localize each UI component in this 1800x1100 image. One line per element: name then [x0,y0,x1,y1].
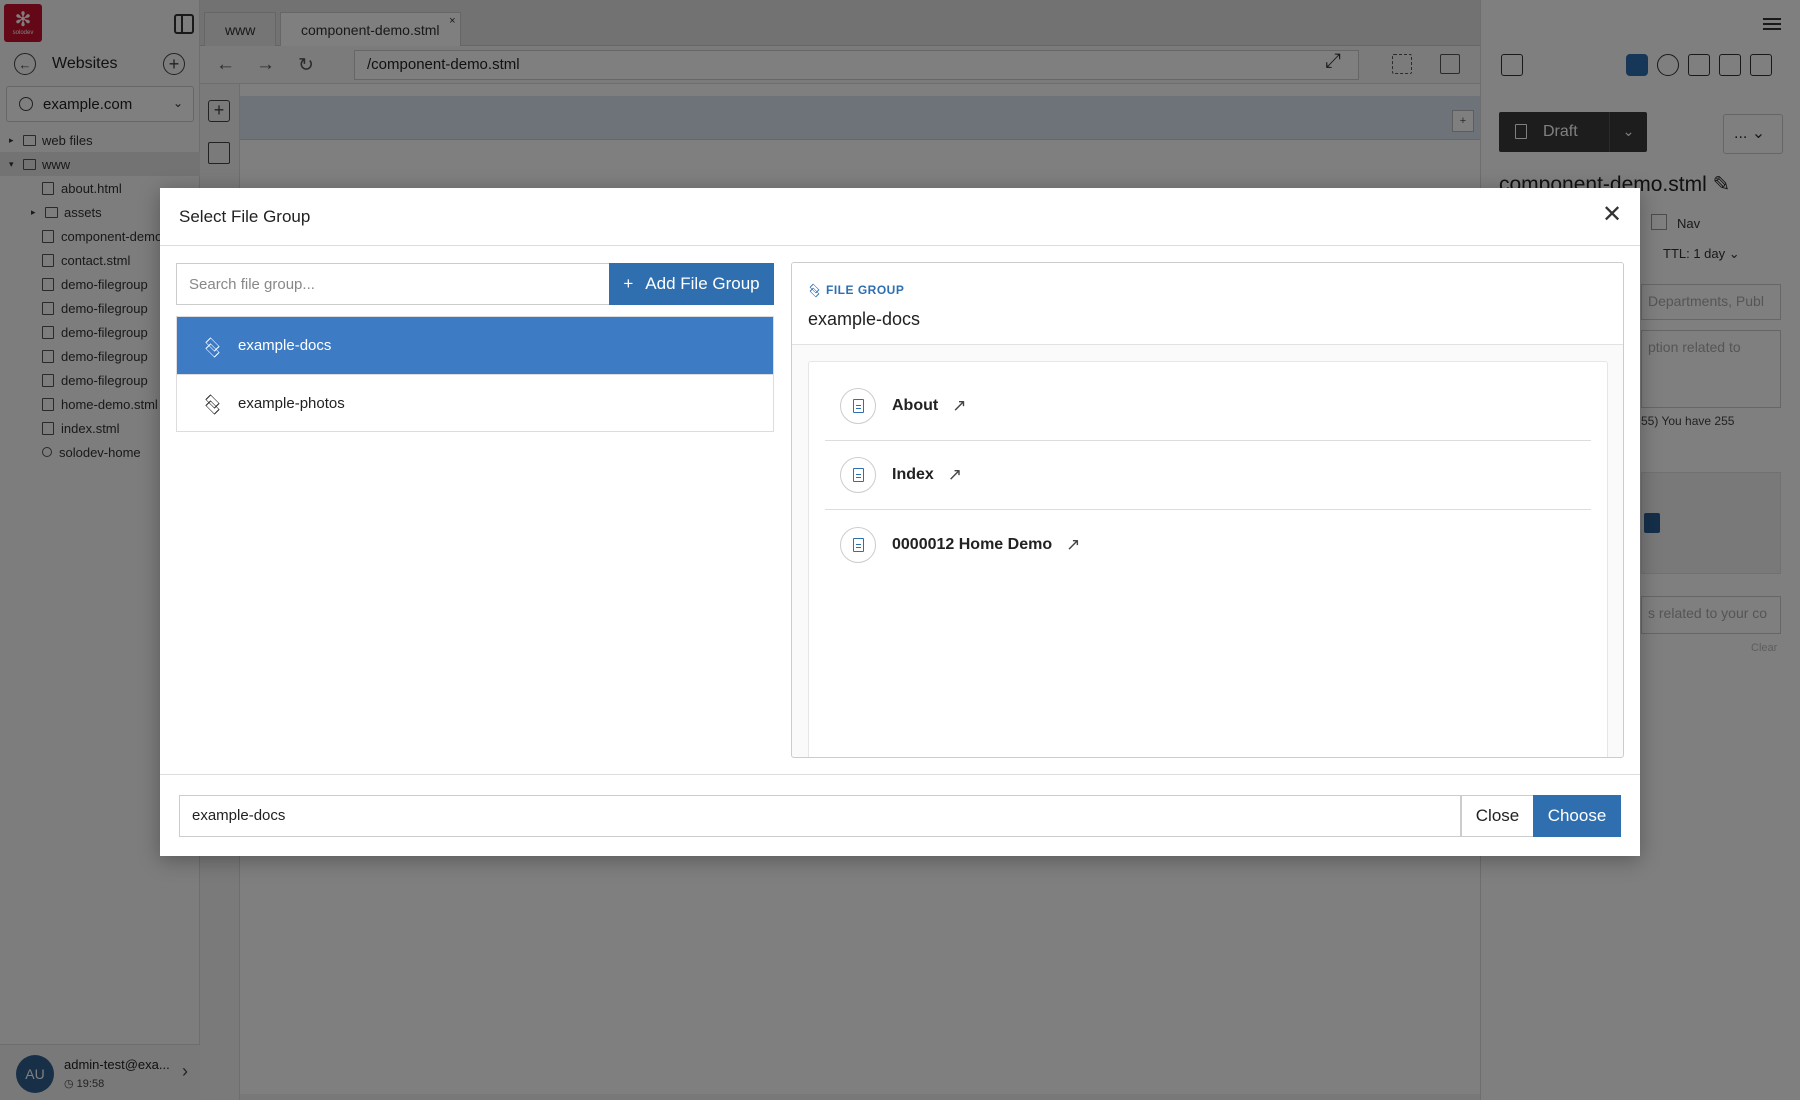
file-title: About [892,397,939,414]
group-item-example-photos[interactable]: example-photos [177,374,773,431]
file-group-section-label: FILE GROUP [808,283,904,297]
external-link-icon[interactable]: ↗ [948,465,962,485]
select-file-group-modal: Select File Group ✕ + Add File Group exa… [160,188,1640,856]
selected-file-group-field[interactable]: example-docs [179,795,1461,837]
file-title: Index [892,466,934,483]
file-row-home-demo[interactable]: 0000012 Home Demo ↗ [825,510,1591,579]
search-file-group-input[interactable] [176,263,610,305]
add-file-group-label: Add File Group [645,274,760,293]
file-group-detail: FILE GROUP example-docs About ↗ Index ↗ … [791,262,1624,758]
external-link-icon[interactable]: ↗ [1066,535,1080,555]
file-doc-icon [840,526,876,563]
layers-icon [202,336,222,356]
file-group-list: example-docs example-photos [176,316,774,432]
close-button[interactable]: Close [1461,795,1534,837]
add-file-group-button[interactable]: + Add File Group [609,263,774,305]
file-title: 0000012 Home Demo [892,535,1053,553]
plus-icon: + [623,274,634,293]
modal-header: Select File Group ✕ [160,188,1640,246]
detail-header: FILE GROUP example-docs [792,263,1623,345]
modal-footer: example-docs Close Choose [160,774,1640,856]
modal-title: Select File Group [179,207,311,226]
group-item-example-docs[interactable]: example-docs [177,317,773,374]
file-row-index[interactable]: Index ↗ [825,441,1591,510]
choose-button[interactable]: Choose [1533,795,1621,837]
layers-icon [808,284,820,296]
file-row-about[interactable]: About ↗ [825,372,1591,441]
file-list: About ↗ Index ↗ 0000012 Home Demo ↗ [808,361,1608,757]
section-label-text: FILE GROUP [826,283,905,297]
file-doc-icon [840,388,876,424]
group-item-label: example-photos [238,394,345,412]
layers-icon [202,393,222,413]
external-link-icon[interactable]: ↗ [952,396,966,416]
group-item-label: example-docs [238,337,332,354]
file-group-name: example-docs [808,309,921,329]
file-doc-icon [840,457,876,493]
close-icon[interactable]: ✕ [1598,202,1626,230]
